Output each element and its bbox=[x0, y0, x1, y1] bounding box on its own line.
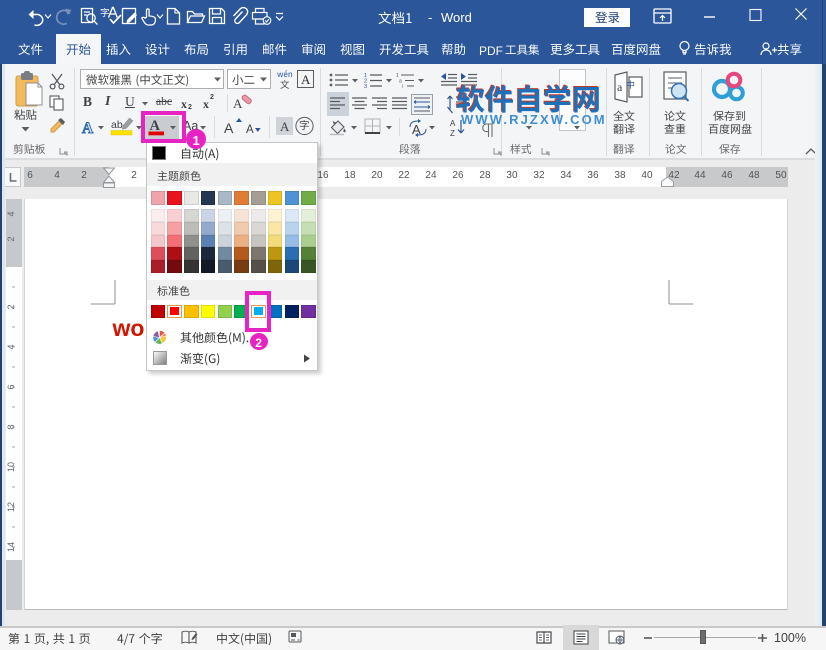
svg-text:A: A bbox=[450, 119, 456, 128]
svg-text:A: A bbox=[82, 120, 94, 137]
svg-text:A: A bbox=[246, 124, 254, 136]
svg-text:i: i bbox=[402, 84, 403, 90]
svg-text:A: A bbox=[224, 120, 234, 136]
svg-text:Z: Z bbox=[450, 129, 455, 138]
svg-text:ab: ab bbox=[111, 119, 123, 131]
svg-text:a: a bbox=[617, 80, 623, 94]
svg-text:3: 3 bbox=[364, 84, 367, 90]
svg-text:A: A bbox=[301, 72, 311, 87]
